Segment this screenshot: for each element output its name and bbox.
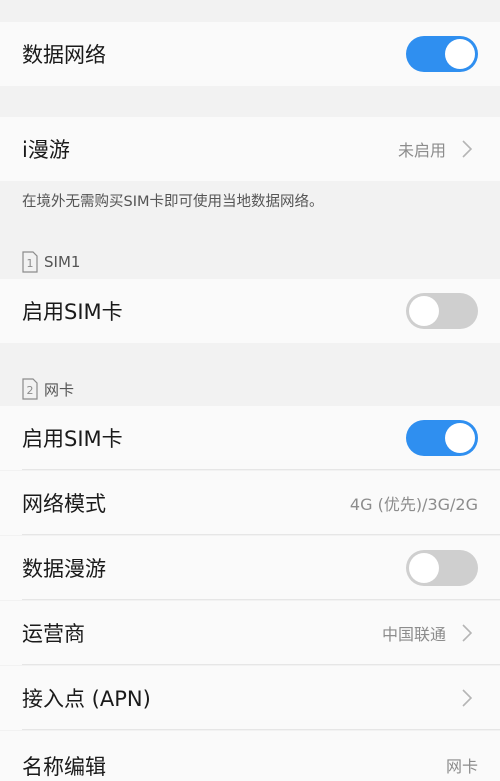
svg-text:1: 1 [27,257,34,270]
carrier-value: 中国联通 [381,625,446,644]
network-mode-label: 网络模式 [22,492,106,516]
iroaming-row[interactable]: i漫游 未启用 [0,117,500,181]
sim2-section-header: 2 网卡 [22,377,74,401]
sim1-enable-toggle[interactable] [406,293,478,329]
apn-row[interactable]: 接入点 (APN) [0,666,500,730]
chevron-right-icon [456,687,478,709]
name-edit-label: 名称编辑 [22,755,106,779]
carrier-label: 运营商 [22,622,85,646]
network-mode-value: 4G (优先)/3G/2G [349,495,478,514]
mobile-data-row[interactable]: 数据网络 [0,22,500,86]
iroaming-label: i漫游 [22,138,70,162]
carrier-row[interactable]: 运营商 中国联通 [0,601,500,665]
sim2-header-label: 网卡 [44,380,75,399]
data-roaming-label: 数据漫游 [22,557,106,581]
toggle-knob [409,296,439,326]
name-edit-value: 网卡 [445,757,478,776]
network-mode-row[interactable]: 网络模式 4G (优先)/3G/2G [0,471,500,535]
toggle-knob [445,39,475,69]
chevron-right-icon [456,138,478,160]
data-roaming-row[interactable]: 数据漫游 [0,536,500,600]
iroaming-status: 未启用 [397,141,446,160]
mobile-data-label: 数据网络 [22,43,106,67]
sim1-section-header: 1 SIM1 [22,250,80,274]
sim1-enable-label: 启用SIM卡 [22,300,123,324]
name-edit-row[interactable]: 名称编辑 网卡 [0,731,500,781]
chevron-right-icon [456,622,478,644]
iroaming-note: 在境外无需购买SIM卡即可使用当地数据网络。 [22,194,324,210]
sim2-enable-label: 启用SIM卡 [22,427,123,451]
sim-card-icon: 2 [22,378,38,400]
sim2-enable-row[interactable]: 启用SIM卡 [0,406,500,470]
toggle-knob [445,423,475,453]
svg-text:2: 2 [27,384,34,397]
sim1-header-label: SIM1 [44,253,81,271]
mobile-data-toggle[interactable] [406,36,478,72]
sim2-enable-toggle[interactable] [406,420,478,456]
toggle-knob [409,553,439,583]
sim1-enable-row[interactable]: 启用SIM卡 [0,279,500,343]
sim-card-icon: 1 [22,251,38,273]
apn-label: 接入点 (APN) [22,687,151,711]
sim-settings-screen: 数据网络 i漫游 未启用 在境外无需购买SIM卡即可使用当地数据网络。 1 SI… [0,0,500,781]
data-roaming-toggle[interactable] [406,550,478,586]
